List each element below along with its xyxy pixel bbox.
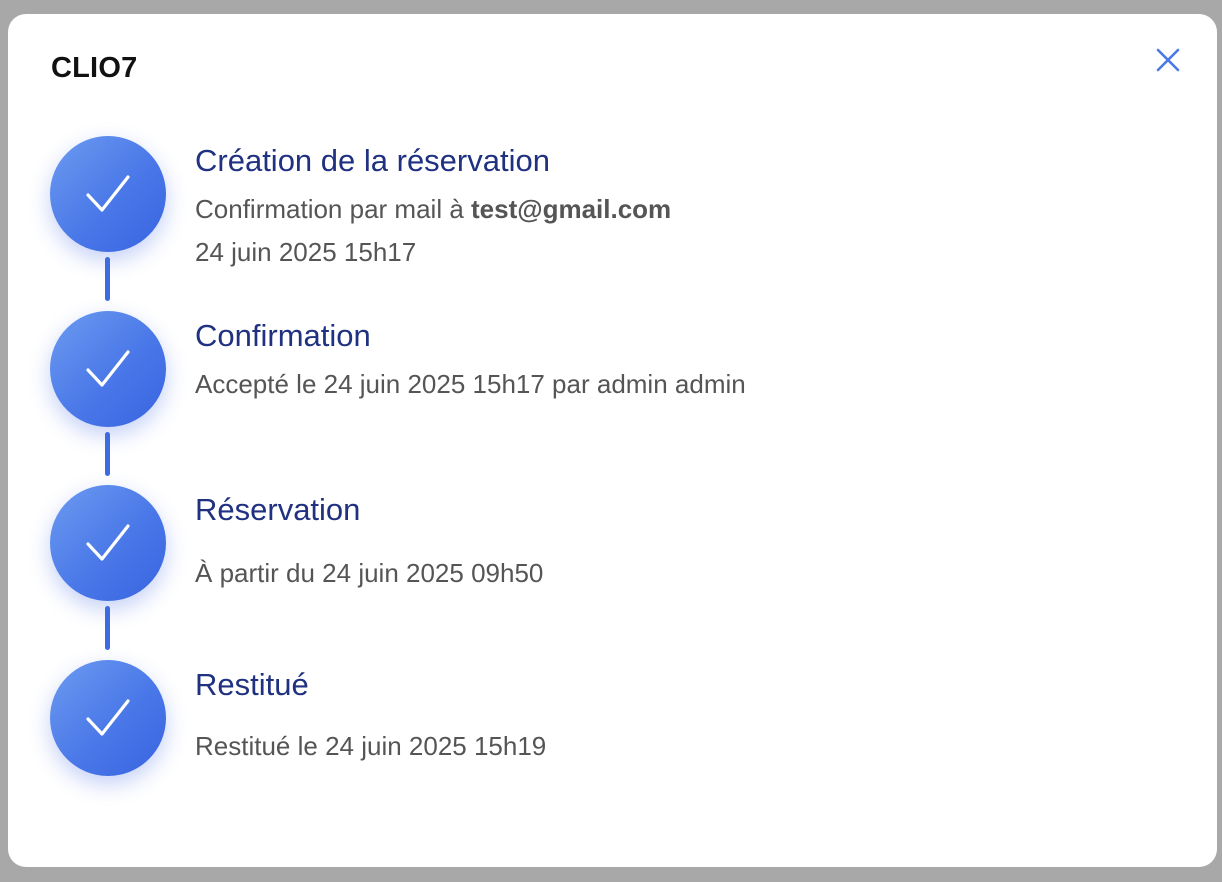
step-detail: À partir du 24 juin 2025 09h50 [195, 558, 544, 588]
step-title: Création de la réservation [195, 143, 550, 178]
step-connector [105, 257, 110, 301]
check-icon [86, 699, 130, 736]
step-title: Réservation [195, 492, 361, 527]
modal-title: CLIO7 [51, 52, 138, 84]
close-icon [1156, 48, 1180, 72]
step-title: Confirmation [195, 318, 371, 353]
check-icon [86, 350, 130, 387]
step-timestamp: 24 juin 2025 15h17 [195, 237, 417, 267]
step-detail: Restitué le 24 juin 2025 15h19 [195, 731, 547, 761]
step-connector [105, 432, 110, 476]
step-status-circle [50, 136, 166, 252]
close-button[interactable] [1154, 46, 1182, 74]
step-connector [105, 606, 110, 650]
step-detail: Accepté le 24 juin 2025 15h17 par admin … [195, 369, 746, 399]
confirmation-email: test@gmail.com [471, 194, 672, 224]
step-status-circle [50, 485, 166, 601]
check-icon [86, 175, 130, 212]
step-title: Restitué [195, 667, 309, 702]
check-icon [86, 524, 130, 561]
reservation-history-modal: CLIO7 Création de la réservation Confirm… [8, 14, 1217, 867]
step-detail: Confirmation par mail à test@gmail.com [195, 194, 672, 224]
step-status-circle [50, 660, 166, 776]
step-status-circle [50, 311, 166, 427]
